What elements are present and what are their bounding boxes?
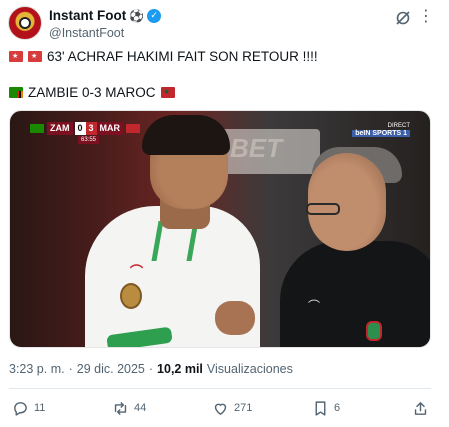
tweet-media-image[interactable]: BET ⌒ ⌒ ZAM 0 3 MAR 63:55 DIRECT beIN SP… <box>9 110 431 348</box>
action-bar: 11 44 271 6 <box>0 399 449 417</box>
bookmark-icon <box>315 400 326 416</box>
morocco-flag-icon <box>126 124 141 133</box>
scoreboard: ZAM 0 3 MAR <box>30 122 141 135</box>
bookmark-button[interactable]: 6 <box>312 399 340 417</box>
morocco-flag-icon <box>28 51 42 62</box>
reply-icon <box>14 401 27 416</box>
federation-badge-icon <box>120 283 142 309</box>
repost-count: 44 <box>134 402 147 414</box>
author-handle[interactable]: @InstantFoot <box>49 26 124 40</box>
reply-count: 11 <box>34 402 46 414</box>
home-score: 0 <box>74 122 86 135</box>
live-label: DIRECT <box>387 123 410 129</box>
coach-head <box>308 153 386 251</box>
background-sponsor-text: BET <box>230 133 282 163</box>
like-button[interactable]: 271 <box>212 399 252 417</box>
coach-glasses <box>306 203 340 215</box>
tweet-score-text: ZAMBIE 0-3 MAROC <box>28 85 156 100</box>
away-team: MAR <box>96 122 124 135</box>
logo-ball-icon <box>19 17 31 29</box>
author-name-row[interactable]: Instant Foot ⚽ ✓ <box>49 8 162 23</box>
tweet-text: 63' ACHRAF HAKIMI FAIT SON RETOUR !!!! <box>47 49 318 64</box>
author-name[interactable]: Instant Foot <box>49 8 126 23</box>
meta-separator: · <box>68 362 73 376</box>
share-icon <box>414 401 427 415</box>
share-button[interactable] <box>412 399 429 417</box>
federation-badge-icon <box>366 321 382 341</box>
more-icon[interactable]: ⋮ <box>418 6 435 26</box>
views-count[interactable]: 10,2 mil <box>157 362 203 376</box>
soccer-ball-icon: ⚽ <box>129 8 145 23</box>
tweet-meta: 3:23 p. m. · 29 dic. 2025 · 10,2 mil Vis… <box>9 362 293 376</box>
zambia-flag-icon <box>30 124 44 133</box>
channel-logo: DIRECT beIN SPORTS 1 <box>352 123 410 138</box>
match-clock: 63:55 <box>78 136 100 144</box>
bookmark-count: 6 <box>334 402 341 414</box>
repost-button[interactable]: 44 <box>112 399 146 417</box>
morocco-flag-icon <box>160 87 175 98</box>
views-label: Visualizaciones <box>206 362 293 376</box>
grok-icon[interactable] <box>395 10 411 26</box>
puma-logo-icon: ⌒ <box>308 299 321 313</box>
home-team: ZAM <box>47 122 73 135</box>
tweet-text-line-2: ZAMBIE 0-3 MAROC <box>9 84 175 101</box>
heart-icon <box>214 403 227 415</box>
zambia-flag-icon <box>9 87 23 98</box>
meta-separator: · <box>148 362 154 376</box>
divider <box>9 388 431 389</box>
away-score: 3 <box>85 122 97 135</box>
puma-logo-icon: ⌒ <box>130 264 144 279</box>
player-hand <box>215 301 255 335</box>
reply-button[interactable]: 11 <box>12 399 45 417</box>
tweet-text-line-1: 63' ACHRAF HAKIMI FAIT SON RETOUR !!!! <box>9 48 318 65</box>
coach-jacket <box>280 241 430 347</box>
tweet-date[interactable]: 29 dic. 2025 <box>77 362 145 376</box>
repost-icon <box>114 401 127 415</box>
tweet-header: Instant Foot ⚽ ✓ @InstantFoot ⋮ <box>8 6 441 42</box>
tweet-time[interactable]: 3:23 p. m. <box>9 362 65 376</box>
player-hair <box>142 115 230 155</box>
morocco-flag-icon <box>9 51 23 62</box>
like-count: 271 <box>234 402 253 414</box>
channel-name: beIN SPORTS 1 <box>352 130 410 137</box>
avatar[interactable] <box>8 6 42 40</box>
verified-badge-icon[interactable]: ✓ <box>147 8 162 23</box>
